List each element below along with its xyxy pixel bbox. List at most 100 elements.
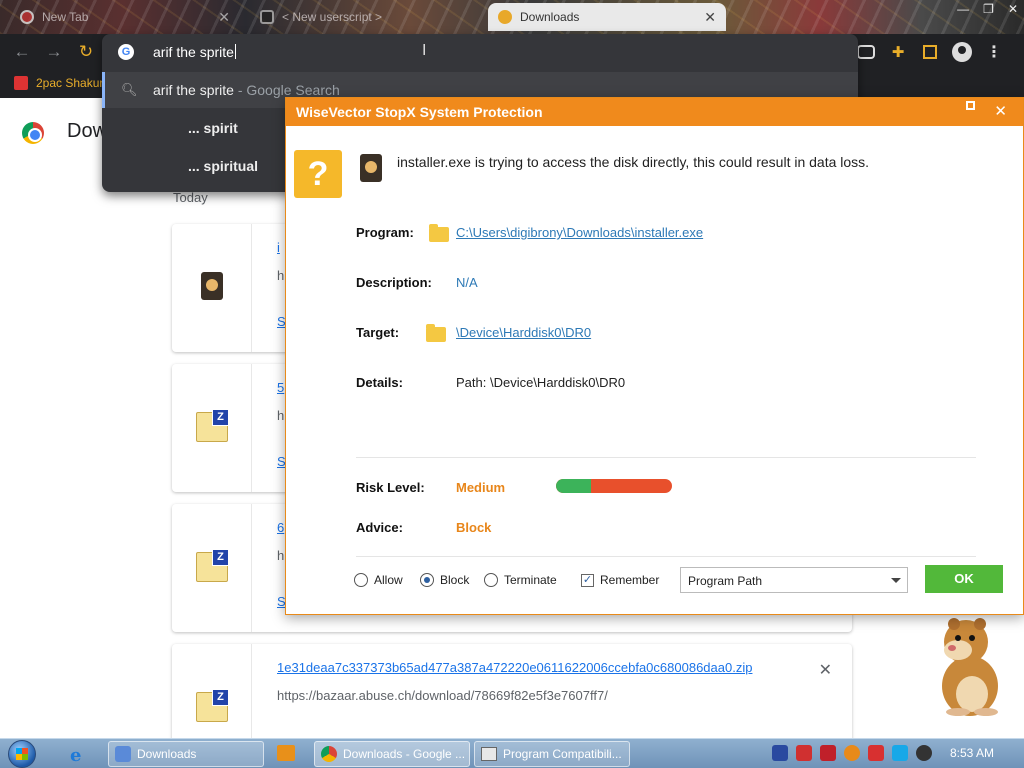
close-icon[interactable]: ✕ [704, 9, 716, 26]
extensions-puzzle-icon[interactable]: ✚ [888, 42, 908, 62]
taskbar-button-chrome[interactable]: Downloads - Google ... [314, 741, 470, 767]
tray-antivirus-icon[interactable] [820, 745, 836, 761]
reload-icon[interactable]: ↻ [76, 42, 96, 62]
download-source-url: h [277, 548, 285, 563]
date-group-label: Today [173, 190, 208, 205]
suggestion-text: ... spiritual [188, 158, 259, 174]
google-icon: G [118, 44, 134, 60]
address-input[interactable]: arif the sprite [153, 44, 236, 60]
tab-new-tab[interactable]: New Tab ✕ [10, 3, 240, 31]
incognito-icon[interactable] [856, 42, 876, 62]
chrome-icon [321, 746, 337, 762]
tray-app-icon[interactable] [796, 745, 812, 761]
suggestion-suffix: - Google Search [233, 82, 340, 98]
terminate-radio[interactable]: Terminate [484, 573, 557, 587]
close-icon[interactable]: ✕ [994, 102, 1007, 120]
suggestion-text: ... spirit [188, 120, 238, 136]
text-cursor-icon: I [422, 42, 427, 59]
tab-userscript[interactable]: < New userscript > [250, 3, 480, 31]
tab-label: New Tab [42, 10, 89, 24]
folder-icon [429, 224, 449, 242]
start-button[interactable] [8, 740, 36, 768]
bookmark-label: 2pac Shakur [36, 76, 104, 90]
download-source-url: h [277, 408, 285, 423]
download-filename-link[interactable]: i [277, 240, 280, 255]
remember-checkbox[interactable]: ✓ Remember [581, 573, 659, 587]
maximize-icon[interactable] [966, 101, 975, 110]
tray-search-icon[interactable] [844, 745, 860, 761]
taskbar-button-compat[interactable]: Program Compatibili... [474, 741, 630, 767]
dialog-title: WiseVector StopX System Protection [296, 104, 543, 120]
side-panel-icon[interactable] [920, 42, 940, 62]
alert-message: installer.exe is trying to access the di… [397, 154, 870, 170]
exe-file-icon [360, 154, 382, 182]
tab-label: < New userscript > [282, 10, 383, 24]
tray-monitor-icon[interactable] [892, 745, 908, 761]
tab-favicon-icon [20, 10, 34, 24]
download-filename-link[interactable]: 6 [277, 520, 284, 535]
tab-downloads[interactable]: Downloads ✕ [488, 3, 726, 31]
download-filename-link[interactable]: 5 [277, 380, 284, 395]
ok-button[interactable]: OK [925, 565, 1003, 593]
media-player-icon[interactable] [277, 745, 295, 761]
download-filename-link[interactable]: 1e31deaa7c337373b65ad477a387a472220e0611… [277, 660, 752, 675]
more-menu-icon[interactable]: ⋮ [984, 42, 1004, 62]
taskbar-clock: 8:53 AM [950, 746, 995, 760]
hamster-mascot-icon [942, 618, 998, 716]
back-arrow-icon[interactable]: ← [12, 42, 32, 62]
bookmark-item[interactable]: 2pac Shakur [14, 76, 103, 90]
taskbar-button-downloads[interactable]: Downloads [108, 741, 264, 767]
remove-download-icon[interactable]: ✕ [819, 660, 832, 680]
program-label: Program: [356, 225, 414, 240]
minimize-icon[interactable]: — [957, 2, 969, 16]
dialog-title-bar: WiseVector StopX System Protection ✕ [286, 98, 1023, 126]
forward-arrow-icon[interactable]: → [44, 42, 64, 62]
radio-button[interactable] [484, 573, 498, 587]
internet-explorer-icon[interactable]: e [70, 745, 81, 766]
description-value: N/A [456, 275, 478, 290]
window-controls: — ❐ ✕ [957, 2, 1018, 16]
close-icon[interactable]: ✕ [218, 9, 230, 26]
option-label: Block [440, 573, 470, 587]
block-radio[interactable]: Block [420, 573, 469, 587]
target-label: Target: [356, 325, 400, 340]
taskbar-button-label: Downloads [137, 747, 197, 761]
address-bar[interactable]: G arif the sprite I [102, 34, 858, 70]
tab-strip: New Tab ✕ < New userscript > Downloads ✕… [0, 0, 1024, 34]
stopx-protection-dialog: WiseVector StopX System Protection ✕ ? i… [285, 97, 1024, 615]
risk-level-label: Risk Level: [356, 480, 425, 495]
profile-avatar-icon[interactable] [952, 42, 972, 62]
chrome-logo-icon [22, 122, 44, 144]
risk-level-bar [556, 479, 672, 493]
radio-button[interactable] [420, 573, 434, 587]
download-source-url: h [277, 268, 285, 283]
advice-label: Advice: [356, 520, 403, 535]
remember-label: Remember [600, 573, 660, 587]
tray-flag-icon[interactable] [868, 745, 884, 761]
maximize-icon[interactable]: ❐ [983, 2, 994, 16]
checkbox[interactable]: ✓ [581, 573, 594, 587]
program-path-link[interactable]: C:\Users\digibrony\Downloads\installer.e… [456, 225, 703, 240]
target-path-link[interactable]: \Device\Harddisk0\DR0 [456, 325, 591, 340]
taskbar-button-label: Program Compatibili... [503, 747, 622, 761]
divider [356, 556, 976, 557]
question-icon: ? [294, 150, 342, 198]
chevron-down-icon [891, 578, 901, 583]
windows-taskbar: e Downloads Downloads - Google ... Progr… [0, 738, 1024, 768]
tray-app-icon[interactable] [772, 745, 788, 761]
option-label: Terminate [504, 573, 557, 587]
close-window-icon[interactable]: ✕ [1008, 2, 1018, 16]
window-icon [481, 747, 497, 761]
advice-value: Block [456, 520, 492, 535]
allow-radio[interactable]: Allow [354, 573, 403, 587]
folder-icon [426, 324, 446, 342]
scope-select[interactable]: Program Path [680, 567, 908, 593]
tray-volume-icon[interactable] [916, 745, 932, 761]
exe-file-icon [201, 272, 223, 300]
tab-favicon-icon [260, 10, 274, 24]
search-icon: 🔍︎ [121, 82, 138, 97]
radio-button[interactable] [354, 573, 368, 587]
suggestion-text: arif the sprite [153, 82, 234, 98]
details-label: Details: [356, 375, 403, 390]
zip-file-icon [196, 409, 229, 442]
